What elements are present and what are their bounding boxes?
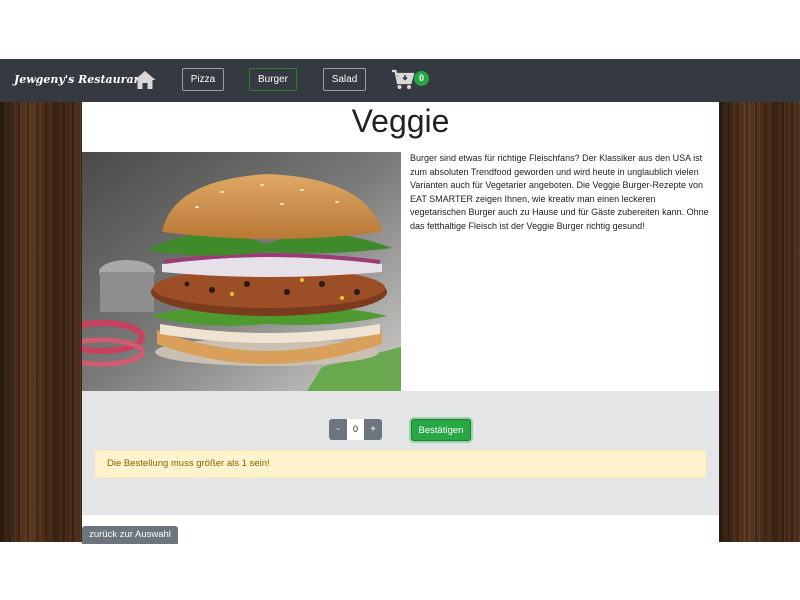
- navbar: Jewgeny's Restaurant Pizza Burger Salad …: [0, 59, 800, 102]
- nav-burger-button[interactable]: Burger: [249, 68, 297, 91]
- cart-icon[interactable]: [391, 69, 415, 91]
- product-title: Veggie: [351, 103, 450, 139]
- page-footer-area: [0, 542, 800, 600]
- back-to-selection-button[interactable]: zurück zur Auswahl: [82, 526, 178, 544]
- increase-quantity-button[interactable]: +: [364, 419, 382, 440]
- order-warning-alert: Die Bestellung muss größer als 1 sein!: [95, 450, 706, 478]
- wood-background-left: [0, 102, 82, 542]
- confirm-order-button[interactable]: Bestätigen: [411, 419, 471, 441]
- brand-logo[interactable]: Jewgeny's Restaurant: [14, 73, 147, 86]
- nav-pizza-button[interactable]: Pizza: [182, 68, 224, 91]
- home-icon[interactable]: [133, 68, 157, 92]
- veggie-burger-photo: [82, 152, 401, 391]
- order-panel: - 0 + Bestätigen Die Bestellung muss grö…: [82, 391, 719, 515]
- decrease-quantity-button[interactable]: -: [329, 419, 347, 440]
- product-card: Veggie Burger sind etwas für richtige Fl…: [82, 102, 719, 542]
- product-description: Burger sind etwas für richtige Fleischfa…: [410, 153, 709, 231]
- wood-background-right: [719, 102, 800, 542]
- quantity-value[interactable]: 0: [347, 419, 364, 440]
- cart-count-badge: 0: [414, 71, 429, 86]
- nav-salad-button[interactable]: Salad: [323, 68, 366, 91]
